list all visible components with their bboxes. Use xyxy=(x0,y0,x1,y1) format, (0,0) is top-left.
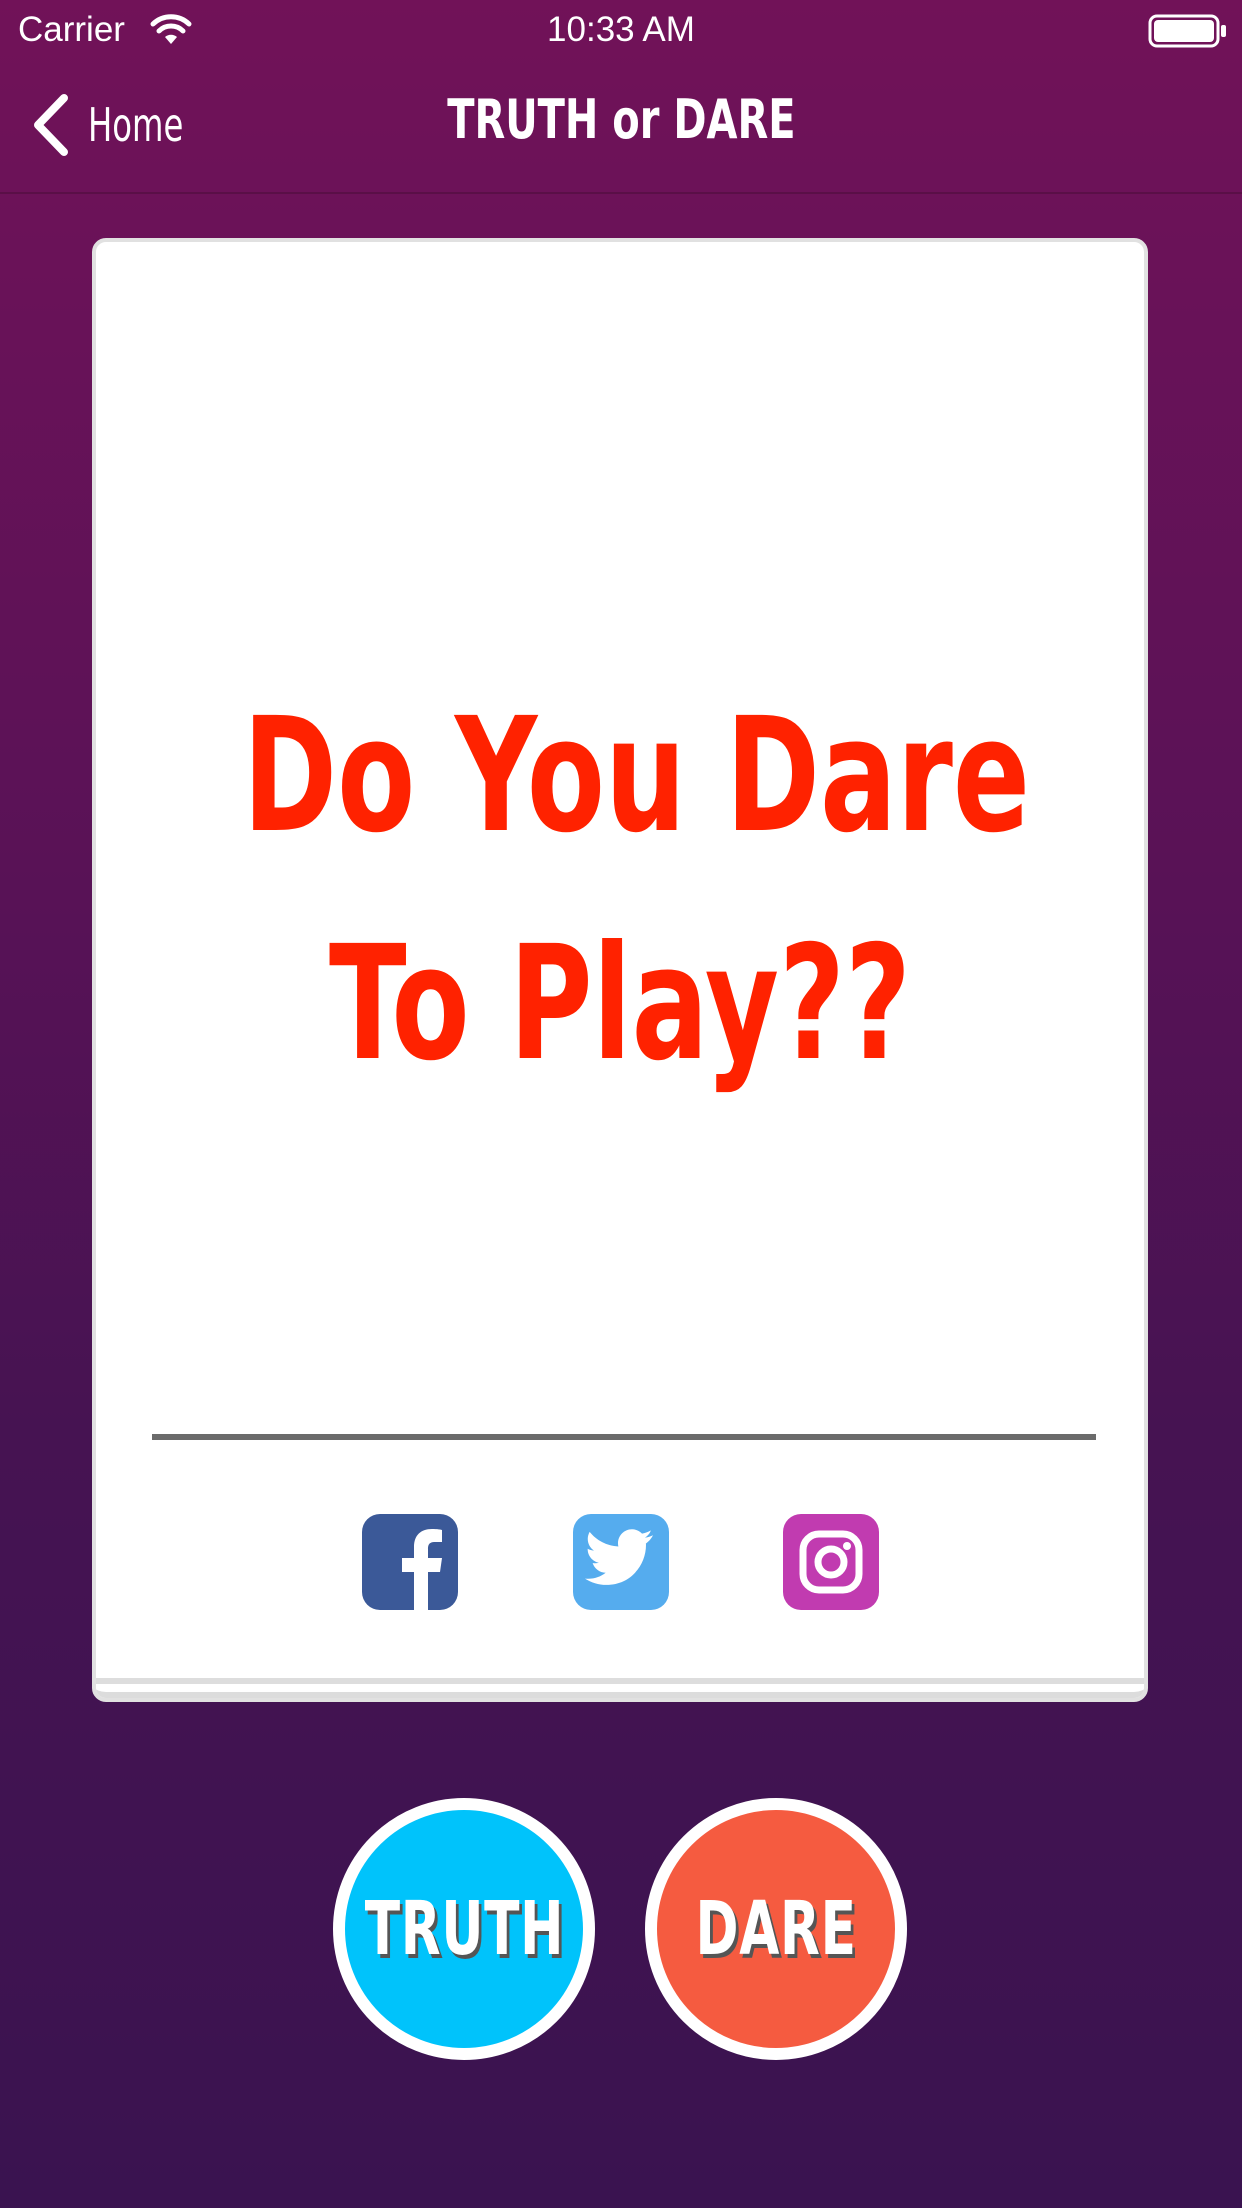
facebook-share-button[interactable] xyxy=(362,1514,458,1610)
card-divider xyxy=(152,1434,1096,1440)
truth-button[interactable]: TRUTH xyxy=(333,1798,595,2060)
card-message-line-1: Do You Dare xyxy=(242,684,1031,868)
page-title: TRUTH or DARE xyxy=(0,88,1242,151)
truth-button-label: TRUTH xyxy=(364,1886,564,1972)
twitter-share-button[interactable] xyxy=(573,1514,669,1610)
instagram-icon xyxy=(799,1530,863,1594)
page-title-text: TRUTH or DARE xyxy=(446,88,796,151)
social-share-row xyxy=(96,1514,1144,1610)
instagram-share-button[interactable] xyxy=(783,1514,879,1610)
status-bar: Carrier 10:33 AM xyxy=(0,0,1242,60)
battery-icon xyxy=(1148,14,1226,48)
card-message-line-2: To Play?? xyxy=(328,912,912,1096)
card-message: Do You Dare To Play?? xyxy=(96,662,1144,1118)
facebook-icon xyxy=(402,1529,442,1610)
dare-button[interactable]: DARE xyxy=(645,1798,907,2060)
card-bottom-edge xyxy=(96,1678,1144,1684)
navigation-bar: Home TRUTH or DARE xyxy=(0,60,1242,194)
clock: 10:33 AM xyxy=(547,10,695,49)
dare-button-label: DARE xyxy=(695,1886,857,1972)
dare-card: Do You Dare To Play?? xyxy=(92,238,1148,1702)
twitter-icon xyxy=(584,1529,653,1585)
